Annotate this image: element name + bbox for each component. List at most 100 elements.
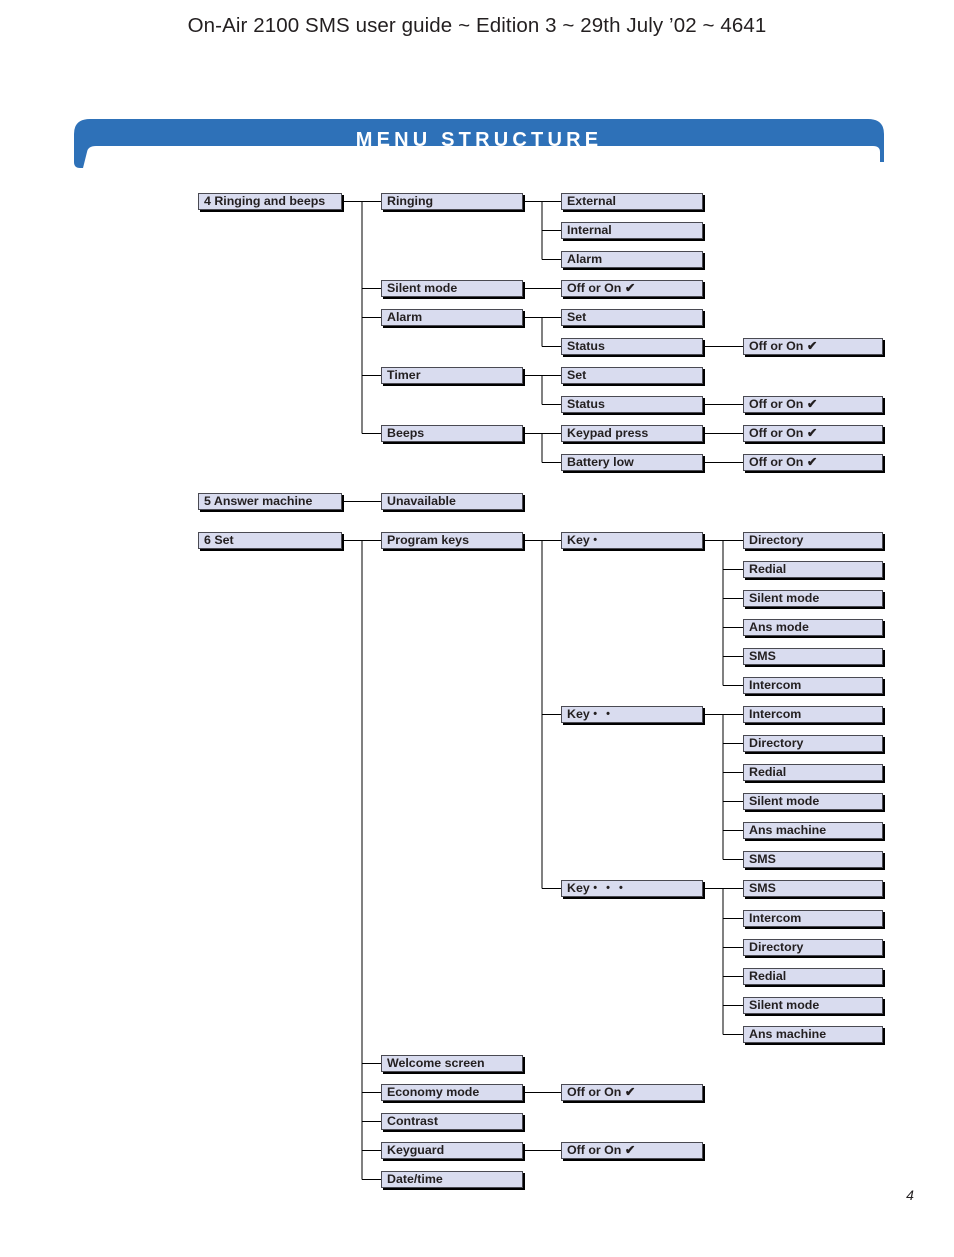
menu-node[interactable]: Redial — [743, 561, 883, 578]
menu-node[interactable]: Intercom — [743, 910, 883, 927]
menu-node[interactable]: External — [561, 193, 703, 210]
menu-node-label: Off or On — [749, 339, 807, 353]
menu-node[interactable]: Redial — [743, 764, 883, 781]
menu-node[interactable]: Program keys — [381, 532, 523, 549]
menu-node[interactable]: Off or On ✔ — [743, 454, 883, 471]
menu-node[interactable]: Ans machine — [743, 822, 883, 839]
menu-node[interactable]: Silent mode — [743, 997, 883, 1014]
key-dots-indicator: • • — [593, 708, 613, 720]
menu-node[interactable]: Intercom — [743, 677, 883, 694]
menu-node[interactable]: Date/time — [381, 1171, 523, 1188]
checkmark-icon: ✔ — [806, 455, 818, 469]
menu-node-label: SMS — [749, 852, 776, 866]
menu-node[interactable]: Welcome screen — [381, 1055, 523, 1072]
menu-node-label: Directory — [749, 940, 804, 954]
menu-node[interactable]: Off or On ✔ — [561, 280, 703, 297]
menu-node[interactable]: SMS — [743, 648, 883, 665]
menu-node-label: Directory — [749, 736, 804, 750]
menu-node-label: Off or On — [749, 455, 807, 469]
menu-node[interactable]: Silent mode — [743, 590, 883, 607]
menu-node[interactable]: Contrast — [381, 1113, 523, 1130]
menu-node[interactable]: Battery low — [561, 454, 703, 471]
menu-node[interactable]: Status — [561, 396, 703, 413]
menu-node-label: SMS — [749, 881, 776, 895]
menu-node-label: Silent mode — [387, 281, 458, 295]
menu-node[interactable]: Off or On ✔ — [743, 338, 883, 355]
menu-node-label: Ans machine — [749, 823, 827, 837]
menu-node[interactable]: Set — [561, 309, 703, 326]
menu-node-label: Ans mode — [749, 620, 809, 634]
menu-node[interactable]: Unavailable — [381, 493, 523, 510]
menu-node-label: Beeps — [387, 426, 425, 440]
menu-node-label: Keyguard — [387, 1143, 445, 1157]
menu-node[interactable]: Ans machine — [743, 1026, 883, 1043]
menu-node-label: Alarm — [567, 252, 603, 266]
menu-node-label: Redial — [749, 765, 787, 779]
menu-node[interactable]: Off or On ✔ — [561, 1084, 703, 1101]
menu-node[interactable]: Key • • — [561, 706, 703, 723]
menu-node-label: Silent mode — [749, 591, 820, 605]
menu-node[interactable]: Economy mode — [381, 1084, 523, 1101]
checkmark-icon: ✔ — [806, 397, 818, 411]
menu-node[interactable]: 5 Answer machine — [198, 493, 342, 510]
menu-node[interactable]: Internal — [561, 222, 703, 239]
checkmark-icon: ✔ — [624, 281, 636, 295]
menu-node[interactable]: Silent mode — [743, 793, 883, 810]
menu-node[interactable]: Ans mode — [743, 619, 883, 636]
menu-node-label: Set — [567, 368, 587, 382]
menu-node-label: Off or On — [749, 397, 807, 411]
menu-node-label: Status — [567, 339, 605, 353]
menu-node-label: Off or On — [749, 426, 807, 440]
menu-node[interactable]: Status — [561, 338, 703, 355]
checkmark-icon: ✔ — [806, 339, 818, 353]
menu-node-label: Off or On — [567, 1085, 625, 1099]
menu-node[interactable]: Key • — [561, 532, 703, 549]
menu-node-label: Date/time — [387, 1172, 443, 1186]
menu-node[interactable]: Key • • • — [561, 880, 703, 897]
menu-node[interactable]: Silent mode — [381, 280, 523, 297]
menu-node[interactable]: Beeps — [381, 425, 523, 442]
menu-node-label: Intercom — [749, 911, 802, 925]
checkmark-icon: ✔ — [624, 1143, 636, 1157]
menu-node-label: Status — [567, 397, 605, 411]
menu-node-label: Redial — [749, 969, 787, 983]
checkmark-icon: ✔ — [624, 1085, 636, 1099]
menu-node-label: Ringing — [387, 194, 434, 208]
menu-node-label: Intercom — [749, 678, 802, 692]
menu-node[interactable]: SMS — [743, 851, 883, 868]
menu-node-label: Key — [567, 533, 594, 547]
menu-node[interactable]: Alarm — [561, 251, 703, 268]
menu-node-label: Alarm — [387, 310, 423, 324]
menu-structure-diagram: 4 Ringing and beeps Ringing External Intern… — [0, 0, 954, 1257]
menu-node-label: Silent mode — [749, 998, 820, 1012]
menu-node[interactable]: Redial — [743, 968, 883, 985]
menu-node-label: Silent mode — [749, 794, 820, 808]
menu-node[interactable]: Keypad press — [561, 425, 703, 442]
menu-node-label: Program keys — [387, 533, 469, 547]
menu-node[interactable]: 6 Set — [198, 532, 342, 549]
menu-node-label: External — [567, 194, 616, 208]
menu-node-label: Set — [567, 310, 587, 324]
menu-node[interactable]: Off or On ✔ — [561, 1142, 703, 1159]
menu-node-label: 5 Answer machine — [204, 494, 313, 508]
menu-node-label: Off or On — [567, 1143, 625, 1157]
menu-node-label: Economy mode — [387, 1085, 480, 1099]
menu-node[interactable]: Keyguard — [381, 1142, 523, 1159]
menu-node[interactable]: SMS — [743, 880, 883, 897]
menu-node[interactable]: Directory — [743, 939, 883, 956]
menu-node[interactable]: Off or On ✔ — [743, 396, 883, 413]
menu-node[interactable]: 4 Ringing and beeps — [198, 193, 342, 210]
key-dots-indicator: • • • — [593, 882, 626, 894]
menu-node[interactable]: Intercom — [743, 706, 883, 723]
menu-node-label: 4 Ringing and beeps — [204, 194, 326, 208]
menu-node[interactable]: Timer — [381, 367, 523, 384]
menu-node[interactable]: Off or On ✔ — [743, 425, 883, 442]
menu-node-label: Welcome screen — [387, 1056, 485, 1070]
menu-node-label: Ans machine — [749, 1027, 827, 1041]
menu-node[interactable]: Directory — [743, 735, 883, 752]
menu-node[interactable]: Directory — [743, 532, 883, 549]
menu-node-label: Contrast — [387, 1114, 438, 1128]
menu-node[interactable]: Ringing — [381, 193, 523, 210]
menu-node[interactable]: Alarm — [381, 309, 523, 326]
menu-node[interactable]: Set — [561, 367, 703, 384]
